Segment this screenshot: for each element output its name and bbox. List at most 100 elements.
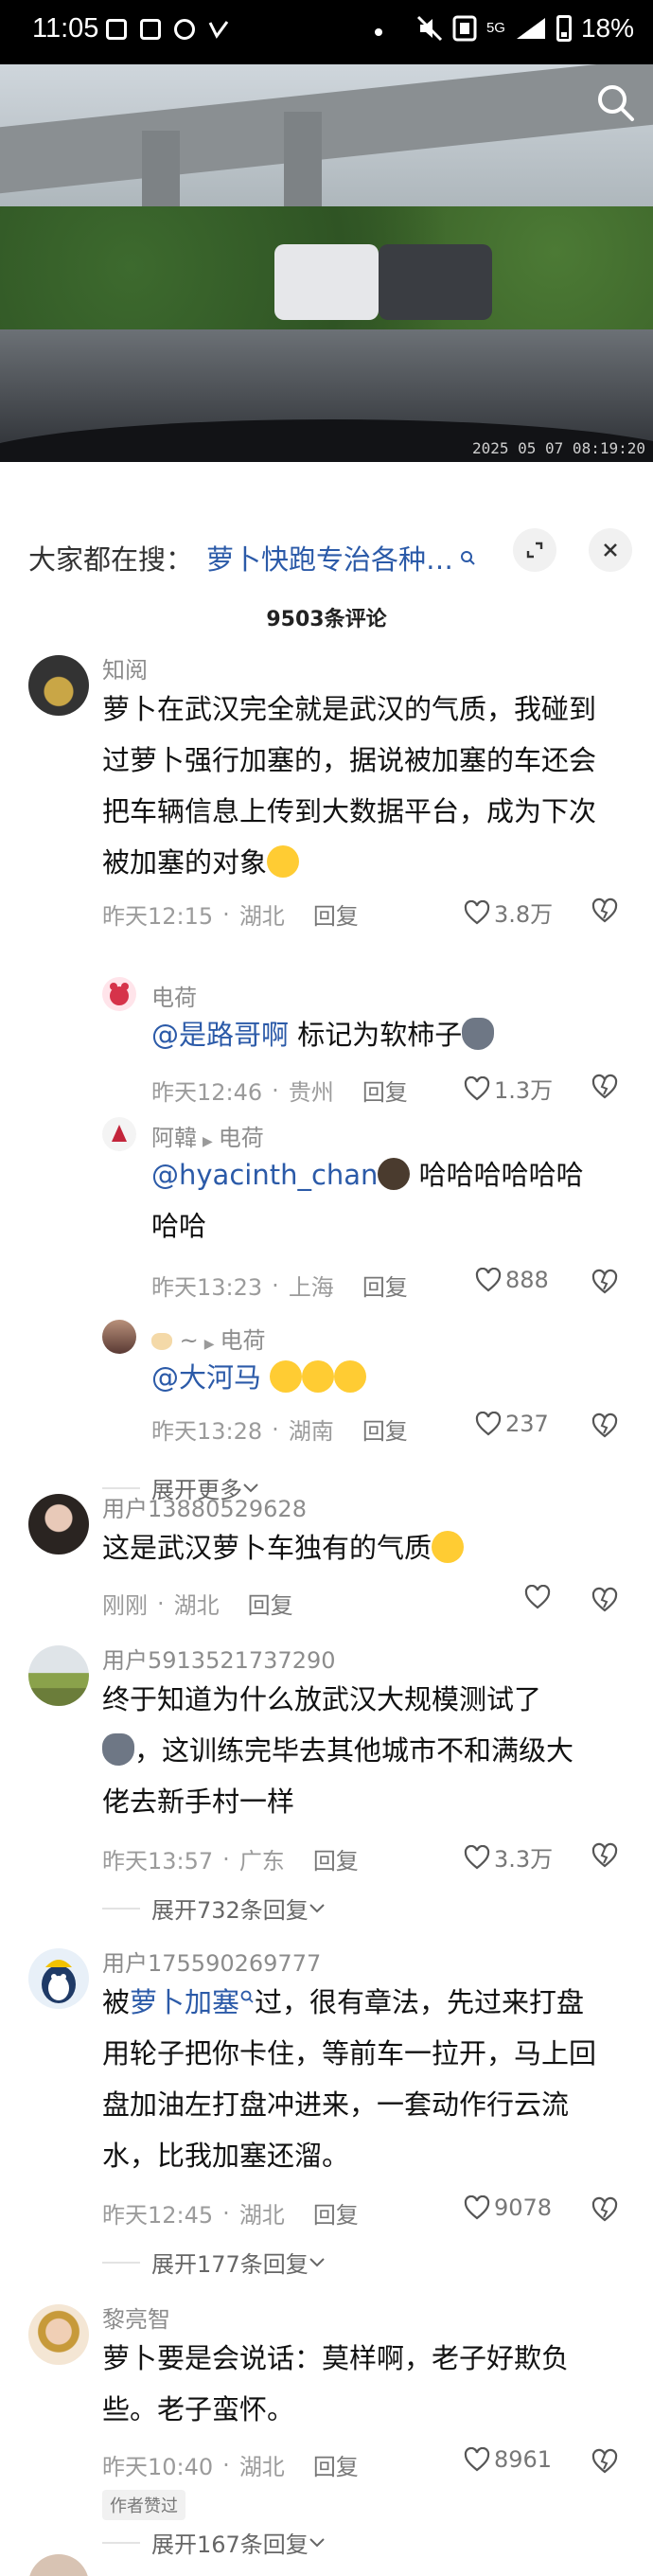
network-type: 5G bbox=[485, 20, 505, 36]
reply-button[interactable]: 回复 bbox=[362, 1269, 408, 1302]
comment-text-line: 过，很有章法，先过来打盘 bbox=[255, 1986, 585, 2018]
like-count: 8961 bbox=[494, 2446, 553, 2473]
reply-target-user[interactable]: 电荷 bbox=[219, 1125, 264, 1151]
reply-user[interactable]: ~ bbox=[180, 1327, 199, 1354]
comment-time: 昨天12:45 bbox=[102, 2202, 214, 2229]
avatar[interactable] bbox=[102, 977, 136, 1011]
reply-location: 湖南 bbox=[288, 1418, 334, 1445]
dislike-icon[interactable] bbox=[591, 1840, 619, 1869]
reply-button[interactable]: 回复 bbox=[313, 2448, 359, 2481]
expand-icon bbox=[526, 542, 543, 559]
comment-username[interactable]: 用户175590269777 bbox=[102, 1945, 321, 1978]
avatar[interactable] bbox=[28, 2554, 89, 2576]
comment-text: 这是武汉萝卜车独有的气质 bbox=[102, 1522, 632, 1573]
reply-time: 昨天13:23 bbox=[151, 1274, 263, 1301]
reply-meta: 昨天13:23 · 上海 回复 bbox=[151, 1269, 408, 1302]
reply-target-user[interactable]: 电荷 bbox=[221, 1327, 266, 1354]
search-keyword-link[interactable]: 萝卜加塞 bbox=[130, 1986, 239, 2018]
like-button[interactable]: 1.3万 bbox=[464, 1072, 553, 1105]
reply-user[interactable]: 阿韓 bbox=[151, 1125, 197, 1151]
expand-button[interactable] bbox=[513, 528, 556, 572]
reply-username: ~ ▶ 电荷 bbox=[151, 1322, 266, 1355]
reply-location: 贵州 bbox=[288, 1079, 334, 1106]
heart-icon bbox=[475, 1412, 502, 1436]
mention-link[interactable]: @大河马 bbox=[151, 1361, 261, 1394]
like-count: 237 bbox=[505, 1411, 549, 1437]
reply-text: @hyacinth_chan 哈哈哈哈哈哈 哈哈 bbox=[151, 1149, 625, 1252]
message-icon bbox=[106, 19, 127, 40]
comment-username[interactable]: 黎亮智 bbox=[102, 2301, 170, 2334]
like-button[interactable] bbox=[524, 1585, 555, 1609]
avatar[interactable] bbox=[28, 655, 89, 716]
reply-meta: 昨天12:46 · 贵州 回复 bbox=[151, 1074, 408, 1107]
comment-username[interactable]: 用户13880529628 bbox=[102, 1490, 307, 1523]
dislike-icon[interactable] bbox=[591, 1267, 619, 1295]
heart-icon bbox=[464, 1075, 490, 1100]
avatar[interactable] bbox=[102, 1320, 136, 1354]
heart-icon bbox=[464, 899, 490, 924]
nfc-icon bbox=[452, 15, 477, 42]
reply-button[interactable]: 回复 bbox=[248, 1587, 293, 1620]
like-button[interactable]: 9078 bbox=[464, 2194, 552, 2221]
reply-username: 阿韓 ▶ 电荷 bbox=[151, 1125, 264, 1151]
dislike-icon[interactable] bbox=[591, 896, 619, 924]
trending-search[interactable]: 大家都在搜： 萝卜快跑专治各种… bbox=[28, 534, 596, 581]
comment-text-line: 用轮子把你卡住，等前车一拉开，马上回 bbox=[102, 2037, 597, 2070]
like-button[interactable]: 8961 bbox=[464, 2446, 552, 2473]
comment-location: 广东 bbox=[238, 1848, 285, 1874]
reply-username[interactable]: 电荷 bbox=[151, 979, 197, 1012]
like-button[interactable]: 3.8万 bbox=[464, 896, 553, 929]
comment-username[interactable]: 用户5913521737290 bbox=[102, 1642, 336, 1675]
comment-username[interactable]: 知阅 bbox=[102, 651, 148, 684]
trending-search-prefix: 大家都在搜： bbox=[28, 543, 194, 576]
avatar[interactable] bbox=[28, 1948, 89, 2009]
dislike-icon[interactable] bbox=[591, 1411, 619, 1439]
comment-time: 昨天12:15 bbox=[102, 903, 214, 930]
comment-time: 昨天10:40 bbox=[102, 2454, 214, 2480]
reply-text-body: 哈哈哈哈哈哈 bbox=[418, 1159, 584, 1191]
like-count: 888 bbox=[505, 1267, 549, 1293]
close-button[interactable] bbox=[589, 528, 632, 572]
dislike-icon[interactable] bbox=[591, 2194, 619, 2223]
like-button[interactable]: 237 bbox=[475, 1411, 549, 1437]
reply-button[interactable]: 回复 bbox=[362, 1412, 408, 1446]
avatar[interactable] bbox=[102, 1117, 136, 1151]
reply-button[interactable]: 回复 bbox=[313, 897, 359, 931]
trending-search-term[interactable]: 萝卜快跑专治各种… bbox=[206, 538, 453, 577]
video-frame-dark-car bbox=[379, 244, 492, 320]
reply-text-body: 标记为软柿子 bbox=[297, 1019, 463, 1051]
comments-sheet: 大家都在搜： 萝卜快跑专治各种… 9503条评论 知阅 萝卜在武汉完全就是武汉的… bbox=[0, 509, 653, 2576]
mention-link[interactable]: @是路哥啊 bbox=[151, 1019, 289, 1051]
chevron-down-icon bbox=[309, 2537, 325, 2547]
grin-sweat-emoji bbox=[432, 1531, 465, 1563]
dislike-icon[interactable] bbox=[591, 1585, 619, 1613]
avatar[interactable] bbox=[28, 1645, 89, 1706]
avatar[interactable] bbox=[28, 2304, 89, 2365]
reply-button[interactable]: 回复 bbox=[362, 1074, 408, 1107]
video-player[interactable]: 2025 05 07 08:19:20 bbox=[0, 64, 653, 462]
search-small-icon bbox=[461, 551, 475, 565]
expand-label: 展开177条回复 bbox=[151, 2251, 309, 2278]
reply-button[interactable]: 回复 bbox=[313, 1842, 359, 1875]
dislike-icon[interactable] bbox=[591, 1072, 619, 1100]
expand-replies-button[interactable]: 展开177条回复 bbox=[102, 2246, 326, 2279]
comment-location: 湖北 bbox=[238, 2454, 285, 2480]
laugh-cry-emoji bbox=[302, 1360, 335, 1393]
dislike-icon[interactable] bbox=[591, 2446, 619, 2475]
comment-text-line: 萝卜在武汉完全就是武汉的气质，我碰到 bbox=[102, 693, 597, 725]
heart-icon bbox=[464, 2195, 490, 2220]
expand-replies-button[interactable]: 展开167条回复 bbox=[102, 2526, 326, 2559]
search-icon[interactable] bbox=[594, 81, 636, 123]
reply-button[interactable]: 回复 bbox=[313, 2196, 359, 2230]
comment-time: 刚刚 bbox=[102, 1592, 148, 1619]
search-small-icon bbox=[240, 1990, 254, 2003]
expand-label: 展开732条回复 bbox=[151, 1897, 309, 1924]
like-count: 9078 bbox=[494, 2194, 553, 2221]
mention-link[interactable]: @hyacinth_chan bbox=[151, 1159, 378, 1191]
avatar[interactable] bbox=[28, 1494, 89, 1554]
like-button[interactable]: 3.3万 bbox=[464, 1840, 553, 1874]
expand-replies-button[interactable]: 展开732条回复 bbox=[102, 1892, 326, 1925]
like-button[interactable]: 888 bbox=[475, 1267, 549, 1293]
like-count: 3.3万 bbox=[494, 1846, 554, 1873]
app-icon bbox=[208, 19, 229, 40]
